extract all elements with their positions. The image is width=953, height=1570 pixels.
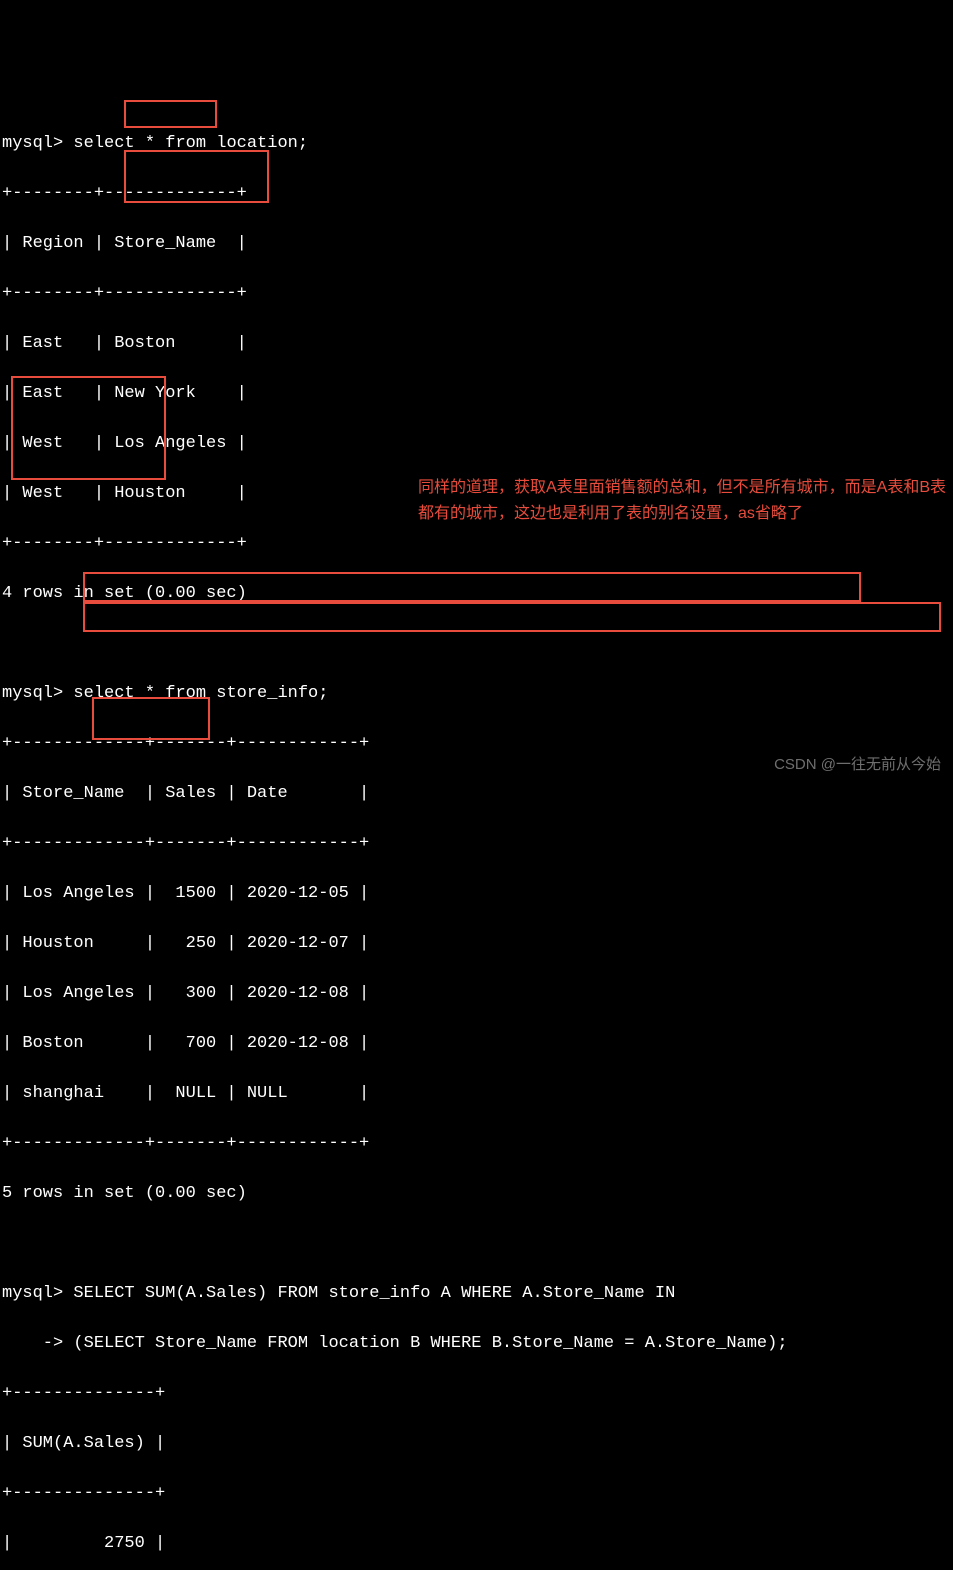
annotation-text: 同样的道理，获取A表里面销售额的总和，但不是所有城市，而是A表和B表都有的城市，… <box>418 475 948 527</box>
table-sep: +--------+-------------+ <box>2 531 951 556</box>
status-line: 5 rows in set (0.00 sec) <box>2 1181 951 1206</box>
sql-text: select * from store_info; <box>73 684 328 703</box>
query3-line2: -> (SELECT Store_Name FROM location B WH… <box>2 1331 951 1356</box>
query1-line: mysql> select * from location; <box>2 131 951 156</box>
table-row: | shanghai | NULL | NULL | <box>2 1081 951 1106</box>
table-row: | Los Angeles | 1500 | 2020-12-05 | <box>2 881 951 906</box>
table-row: | West | Los Angeles | <box>2 431 951 456</box>
table-header: | SUM(A.Sales) | <box>2 1431 951 1456</box>
table-sep: +--------------+ <box>2 1481 951 1506</box>
table-header: | Region | Store_Name | <box>2 231 951 256</box>
terminal-output: mysql> select * from location; +--------… <box>2 106 951 1570</box>
continuation-prompt: -> <box>2 1334 73 1353</box>
query3-line1: mysql> SELECT SUM(A.Sales) FROM store_in… <box>2 1281 951 1306</box>
table-row: | Los Angeles | 300 | 2020-12-08 | <box>2 981 951 1006</box>
blank-line <box>2 1231 951 1256</box>
mysql-prompt: mysql> <box>2 1284 73 1303</box>
table-row: | 2750 | <box>2 1531 951 1556</box>
sql-text: select * from location; <box>73 134 308 153</box>
mysql-prompt: mysql> <box>2 684 73 703</box>
table-sep: +-------------+-------+------------+ <box>2 831 951 856</box>
mysql-prompt: mysql> <box>2 134 73 153</box>
table-sep: +-------------+-------+------------+ <box>2 1131 951 1156</box>
query2-line: mysql> select * from store_info; <box>2 681 951 706</box>
table-sep: +--------------+ <box>2 1381 951 1406</box>
table-sep: +--------+-------------+ <box>2 281 951 306</box>
sql-text: (SELECT Store_Name FROM location B WHERE… <box>73 1334 787 1353</box>
blank-line <box>2 631 951 656</box>
watermark: CSDN @一往无前从今始 <box>774 752 941 777</box>
table-row: | Houston | 250 | 2020-12-07 | <box>2 931 951 956</box>
table-row: | East | Boston | <box>2 331 951 356</box>
sql-text: SELECT SUM(A.Sales) FROM store_info A WH… <box>73 1284 675 1303</box>
table-row: | East | New York | <box>2 381 951 406</box>
table-row: | Boston | 700 | 2020-12-08 | <box>2 1031 951 1056</box>
status-line: 4 rows in set (0.00 sec) <box>2 581 951 606</box>
table-sep: +--------+-------------+ <box>2 181 951 206</box>
